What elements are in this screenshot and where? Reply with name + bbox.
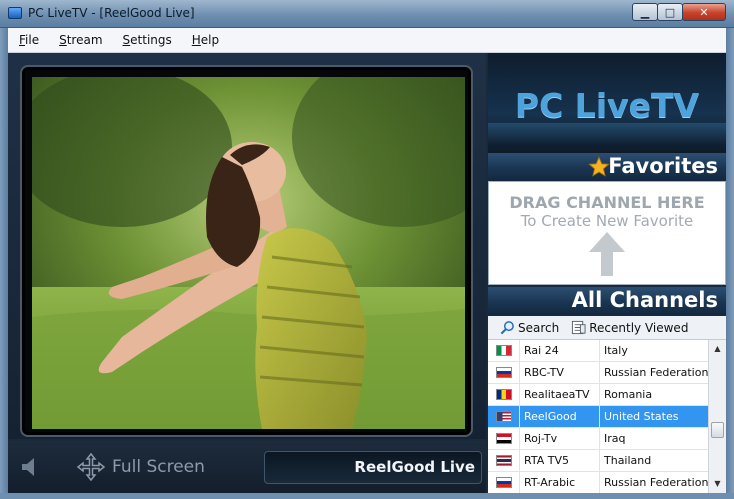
favorites-drop-zone[interactable]: DRAG CHANNEL HERE To Create New Favorite	[488, 181, 726, 285]
country-flag-icon	[495, 345, 512, 356]
channel-name: Rai 24	[520, 340, 600, 361]
up-arrow-icon	[589, 232, 625, 276]
channel-country: Thailand	[604, 454, 652, 467]
video-pane	[8, 53, 486, 439]
recently-viewed-button[interactable]: Recently Viewed	[571, 320, 688, 335]
channel-flag-cell	[488, 428, 520, 449]
channel-name: RBC-TV	[520, 362, 600, 383]
menu-help[interactable]: Help	[183, 33, 228, 47]
recently-viewed-label: Recently Viewed	[589, 320, 689, 335]
channel-flag-cell	[488, 384, 520, 405]
channel-flag-cell	[488, 406, 520, 427]
menu-stream[interactable]: Stream	[50, 33, 111, 47]
menu-settings[interactable]: Settings	[114, 33, 181, 47]
all-channels-header: All Channels	[488, 287, 726, 315]
channel-row[interactable]: RBC-TV Russian Federation	[488, 362, 708, 384]
app-icon	[8, 7, 22, 19]
channel-list[interactable]: Rai 24 Italy RBC-TV Russian Federation Reali…	[488, 340, 708, 493]
channel-row[interactable]: RTA TV5 Thailand	[488, 450, 708, 472]
control-bar: Full Screen ReelGood Live	[8, 441, 486, 493]
menu-hotkey: H	[191, 33, 201, 47]
video-display[interactable]	[32, 77, 465, 429]
close-button[interactable]: ✕	[682, 3, 726, 21]
minimize-button[interactable]: ▁	[632, 3, 658, 21]
scroll-thumb[interactable]	[711, 422, 724, 438]
channel-country: Italy	[604, 344, 628, 357]
channel-name: RTA TV5	[520, 450, 600, 471]
channel-country: United States	[604, 410, 679, 423]
channel-toolbar: Search Recently Viewed	[488, 316, 726, 340]
channel-name: RealitaeaTV	[520, 384, 600, 405]
channel-name: RT-Arabic	[520, 472, 600, 493]
country-flag-icon	[495, 389, 512, 400]
channel-flag-cell	[488, 362, 520, 383]
country-flag-icon	[495, 477, 512, 488]
country-flag-icon	[495, 455, 512, 466]
video-frame-image	[32, 77, 465, 429]
history-list-icon	[572, 320, 586, 335]
channel-row[interactable]: Roj-Tv Iraq	[488, 428, 708, 450]
channel-name: Roj-Tv	[520, 428, 600, 449]
channel-country: Russian Federation	[604, 366, 708, 379]
scroll-up-icon[interactable]: ▲	[709, 342, 726, 356]
window-frame-bottom	[0, 493, 734, 499]
fullscreen-button[interactable]: Full Screen	[76, 452, 205, 482]
fullscreen-label: Full Screen	[112, 457, 205, 477]
search-label: Search	[518, 320, 560, 335]
video-frame	[20, 65, 473, 437]
country-flag-icon	[495, 367, 512, 378]
channel-row[interactable]: RT-Arabic Russian Federation	[488, 472, 708, 493]
channel-row[interactable]: RealitaeaTV Romania	[488, 384, 708, 406]
title-bar: PC LiveTV - [ReelGood Live] ▁ □ ✕	[0, 0, 734, 28]
drop-hint-title: DRAG CHANNEL HERE	[509, 193, 705, 212]
search-button[interactable]: Search	[500, 320, 559, 335]
channel-flag-cell	[488, 472, 520, 493]
speaker-icon[interactable]	[20, 456, 40, 478]
search-icon	[500, 321, 514, 335]
channel-list-scrollbar[interactable]: ▲ ▼	[708, 340, 726, 493]
channel-row[interactable]: Rai 24 Italy	[488, 340, 708, 362]
favorites-header: Favorites	[488, 153, 726, 181]
scroll-down-icon[interactable]: ▼	[709, 477, 726, 491]
window-frame-left	[0, 28, 8, 499]
channel-name: ReelGood	[520, 406, 600, 427]
window-frame-right	[726, 28, 734, 499]
menu-hotkey: S	[59, 33, 67, 47]
app-logo: PC LiveTV	[514, 86, 700, 125]
logo-reflection	[488, 123, 726, 145]
move-arrows-icon	[76, 452, 106, 482]
logo-panel: PC LiveTV	[488, 53, 726, 154]
now-playing-display: ReelGood Live	[264, 451, 482, 484]
country-flag-icon	[495, 433, 512, 444]
menu-bar: File Stream Settings Help	[8, 28, 726, 53]
maximize-button[interactable]: □	[657, 3, 683, 21]
menu-hotkey: S	[122, 33, 131, 47]
menu-file[interactable]: File	[10, 33, 48, 47]
channel-flag-cell	[488, 450, 520, 471]
country-flag-icon	[495, 411, 512, 422]
star-icon	[588, 156, 610, 177]
channel-country: Romania	[604, 388, 653, 401]
channel-country: Iraq	[604, 432, 626, 445]
menu-label: ile	[25, 33, 40, 47]
window-title: PC LiveTV - [ReelGood Live]	[28, 6, 195, 20]
all-channels-title: All Channels	[571, 288, 718, 312]
channel-flag-cell	[488, 340, 520, 361]
drop-hint-subtitle: To Create New Favorite	[520, 212, 694, 230]
favorites-title: Favorites	[608, 154, 718, 178]
channel-row[interactable]: ReelGood United States	[488, 406, 708, 428]
menu-label: elp	[200, 33, 220, 47]
menu-label: ettings	[130, 33, 172, 47]
channel-country: Russian Federation	[604, 476, 708, 489]
menu-label: tream	[66, 33, 103, 47]
